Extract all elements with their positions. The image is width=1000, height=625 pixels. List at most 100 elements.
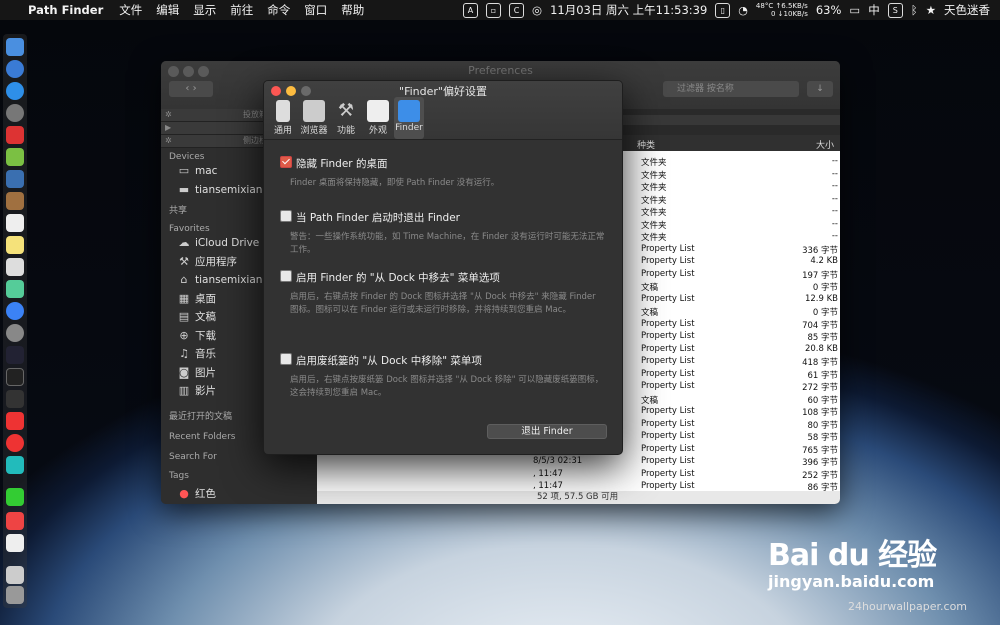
- status-phone-icon[interactable]: ▯: [715, 2, 731, 18]
- battery-icon[interactable]: ▭: [849, 3, 860, 17]
- vivaldi-dock-icon[interactable]: [6, 412, 24, 430]
- remove-from-dock-checkbox[interactable]: [280, 270, 292, 282]
- android-dock-icon[interactable]: [6, 148, 24, 166]
- row-size: --: [831, 206, 838, 216]
- app-menu[interactable]: Path Finder: [28, 3, 103, 17]
- row-kind: Property List: [641, 418, 695, 429]
- downloads-dock-icon[interactable]: [6, 566, 24, 584]
- bluetooth-icon[interactable]: ᛒ: [911, 3, 918, 17]
- row-size: 58 字节: [807, 433, 838, 443]
- wechat-dock-icon[interactable]: [6, 488, 24, 506]
- activity-monitor-dock-icon[interactable]: [6, 346, 24, 364]
- network-stats[interactable]: 48°C ↑6.5KB/s 0 ↓10KB/s: [756, 2, 808, 18]
- safari-dock-icon[interactable]: [6, 82, 24, 100]
- app-teal-dock-icon[interactable]: [6, 456, 24, 474]
- calendar-dock-icon[interactable]: [6, 214, 24, 232]
- option-trash-remove: 启用废纸篓的 "从 Dock 中移除" 菜单项 启用后，右键点按废纸篓 Dock…: [280, 353, 605, 399]
- row-kind: Property List: [641, 406, 695, 416]
- maps-dock-icon[interactable]: [6, 280, 24, 298]
- trash-remove-checkbox[interactable]: [280, 353, 292, 365]
- battery-text[interactable]: 63%: [816, 3, 842, 17]
- menu-command[interactable]: 命令: [267, 2, 290, 18]
- finder-preferences-window: "Finder"偏好设置 通用 浏览器 ⚒ 功能 外观 Finder 隐藏 Fi…: [263, 80, 623, 455]
- status-a-icon[interactable]: A: [463, 2, 479, 18]
- sidebar-item-tag-red[interactable]: ● 红色: [161, 485, 317, 504]
- terminal2-dock-icon[interactable]: [6, 390, 24, 408]
- tab-features[interactable]: ⚒ 功能: [331, 100, 361, 136]
- filter-search-input[interactable]: 过滤器 按名称: [663, 81, 799, 97]
- input-method[interactable]: 中: [868, 2, 880, 18]
- launchpad-dock-icon[interactable]: [6, 104, 24, 122]
- column-size[interactable]: 大小: [816, 138, 834, 151]
- finder-face-icon: [398, 100, 420, 122]
- terminal-dock-icon[interactable]: [6, 368, 24, 386]
- menu-view[interactable]: 显示: [193, 2, 216, 18]
- stickies-dock-icon[interactable]: [6, 236, 24, 254]
- row-size: 197 字节: [802, 270, 838, 281]
- row-kind: Property List: [641, 343, 695, 354]
- app-red2-dock-icon[interactable]: [6, 512, 24, 530]
- browser-grid-icon: [303, 100, 325, 122]
- menu-file[interactable]: 文件: [119, 2, 142, 18]
- status-s-icon[interactable]: S: [887, 2, 903, 18]
- user-name[interactable]: 天色迷香: [944, 2, 990, 18]
- app-store-dock-icon[interactable]: [6, 60, 24, 78]
- baidu-url: jingyan.baidu.com: [768, 572, 935, 591]
- appstore2-dock-icon[interactable]: [6, 302, 24, 320]
- download-icon[interactable]: ↓: [807, 81, 833, 97]
- globe-icon[interactable]: ◎: [532, 3, 542, 17]
- wifi-icon[interactable]: ◔: [738, 4, 748, 17]
- star-icon[interactable]: ★: [926, 3, 936, 17]
- table-row[interactable]: 8/5/3 02:31 Property List 396 字节: [317, 456, 840, 469]
- hide-desktop-checkbox[interactable]: [280, 156, 292, 168]
- row-kind: Property List: [641, 443, 695, 454]
- clock-text[interactable]: 11月03日 周六 上午11:53:39: [550, 2, 707, 18]
- window-title: Preferences: [468, 64, 533, 77]
- status-box-icon[interactable]: ▫: [486, 2, 502, 18]
- row-kind: Property List: [641, 318, 695, 329]
- row-size: 20.8 KB: [804, 343, 838, 354]
- row-kind: Property List: [641, 431, 695, 441]
- option-remove-from-dock: 启用 Finder 的 "从 Dock 中移去" 菜单选项 启用后，右键点按 F…: [280, 270, 605, 316]
- tab-general[interactable]: 通用: [268, 100, 298, 136]
- preview-dock-icon[interactable]: [6, 170, 24, 188]
- row-kind: 文件夹: [641, 158, 667, 168]
- menu-go[interactable]: 前往: [230, 2, 253, 18]
- tab-finder[interactable]: Finder: [394, 97, 424, 139]
- menu-window[interactable]: 窗口: [304, 2, 327, 18]
- system-prefs-dock-icon[interactable]: [6, 324, 24, 342]
- row-kind: 文件夹: [641, 170, 667, 181]
- row-kind: Property List: [641, 368, 695, 379]
- trash-dock-icon[interactable]: [6, 586, 24, 604]
- document-dock-icon[interactable]: [6, 534, 24, 552]
- menu-help[interactable]: 帮助: [341, 2, 364, 18]
- row-size: 61 字节: [807, 370, 838, 381]
- desktop-icon: ▦: [178, 291, 190, 305]
- menu-edit[interactable]: 编辑: [156, 2, 179, 18]
- column-kind[interactable]: 种类: [637, 138, 655, 151]
- app-red-dock-icon[interactable]: [6, 126, 24, 144]
- back-forward-buttons[interactable]: ‹ ›: [169, 81, 213, 97]
- tab-appearance[interactable]: 外观: [363, 100, 393, 136]
- row-size: 108 字节: [802, 408, 838, 418]
- option-quit-finder: 当 Path Finder 启动时退出 Finder 警告：一些操作系统功能，如…: [280, 210, 605, 256]
- netease-dock-icon[interactable]: [6, 434, 24, 452]
- quit-finder-button[interactable]: 退出 Finder: [487, 424, 607, 439]
- row-size: 4.2 KB: [810, 256, 838, 266]
- row-date: , 11:47: [533, 468, 563, 479]
- status-c-icon[interactable]: C: [509, 2, 525, 18]
- textedit-dock-icon[interactable]: [6, 258, 24, 276]
- finder-dock-icon[interactable]: [6, 38, 24, 56]
- row-size: 704 字节: [802, 320, 838, 331]
- home-icon: ⌂: [180, 273, 188, 286]
- table-row[interactable]: , 11:47 Property List 252 字节: [317, 469, 840, 482]
- row-size: 80 字节: [807, 420, 838, 431]
- row-kind: Property List: [641, 331, 695, 341]
- row-size: --: [831, 218, 838, 229]
- option-hide-desktop: 隐藏 Finder 的桌面 Finder 桌面将保持隐藏，即使 Path Fin…: [280, 156, 605, 190]
- row-size: 765 字节: [802, 445, 838, 456]
- notes-dock-icon[interactable]: [6, 192, 24, 210]
- tab-browser[interactable]: 浏览器: [299, 100, 329, 136]
- row-kind: 文稿: [641, 283, 659, 293]
- quit-finder-checkbox[interactable]: [280, 210, 292, 222]
